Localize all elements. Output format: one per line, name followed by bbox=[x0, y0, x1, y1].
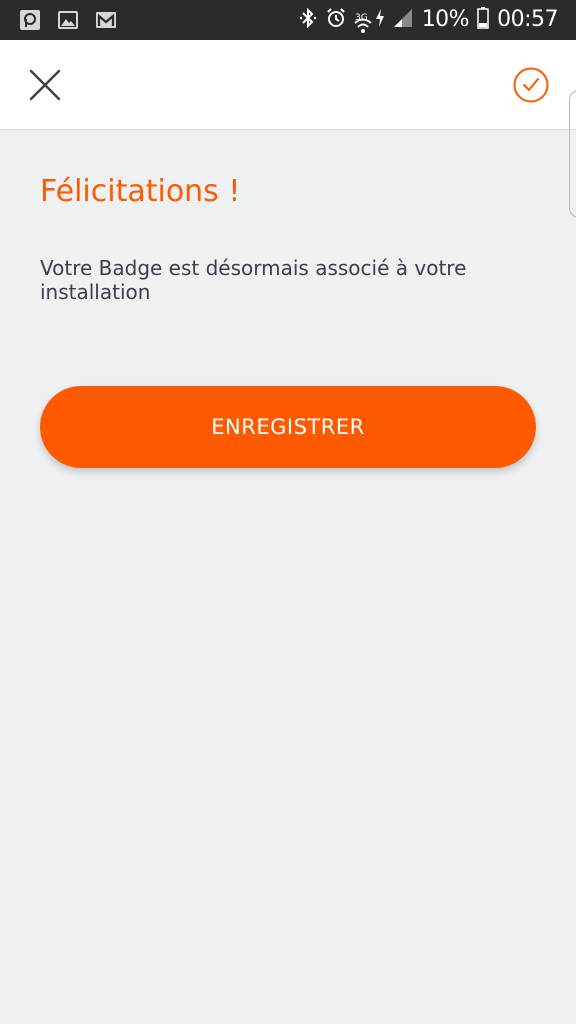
bluetooth-icon bbox=[299, 7, 317, 33]
status-bar: 3G 10% 00:57 bbox=[0, 0, 576, 40]
screen: 3G 10% 00:57 Félicitations ! Votre Badge… bbox=[0, 0, 576, 1024]
clock: 00:57 bbox=[497, 7, 558, 32]
close-button[interactable] bbox=[22, 62, 68, 108]
page-title: Félicitations ! bbox=[40, 174, 241, 209]
battery-percent: 10% bbox=[421, 7, 470, 32]
battery-icon bbox=[477, 7, 489, 33]
p-app-icon bbox=[18, 8, 42, 32]
alarm-icon bbox=[325, 7, 347, 33]
gallery-icon bbox=[56, 8, 80, 32]
confirm-button[interactable] bbox=[508, 62, 554, 108]
gmail-icon bbox=[94, 8, 118, 32]
status-bar-system: 3G 10% 00:57 bbox=[299, 6, 558, 34]
wifi-icon: 3G bbox=[354, 11, 372, 33]
confirmation-message: Votre Badge est désormais associé à votr… bbox=[40, 256, 467, 304]
signal-icon bbox=[392, 8, 414, 32]
app-bar bbox=[0, 40, 576, 130]
charging-bolt-icon bbox=[375, 9, 384, 31]
check-circle-icon bbox=[513, 67, 549, 103]
close-icon bbox=[29, 69, 61, 101]
edge-panel-handle[interactable] bbox=[569, 90, 576, 218]
status-bar-notifications bbox=[18, 8, 118, 32]
save-button[interactable]: ENREGISTRER bbox=[40, 386, 536, 468]
